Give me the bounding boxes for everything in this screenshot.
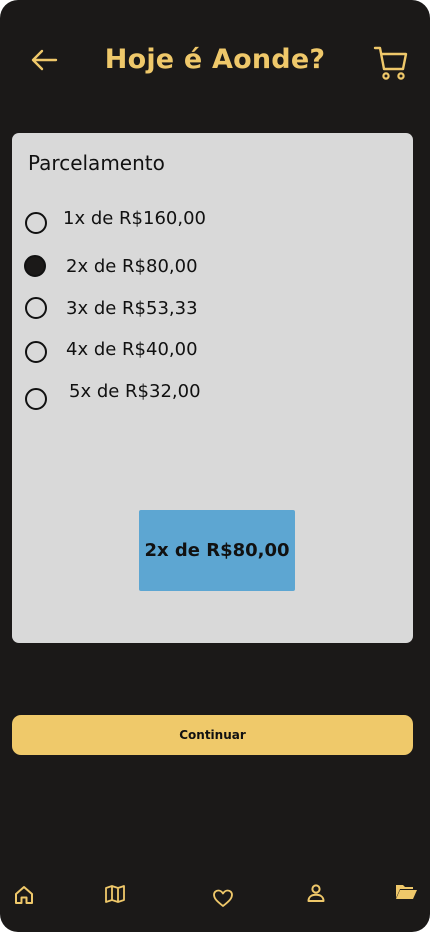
radio-button[interactable]: [25, 341, 47, 363]
radio-button-selected[interactable]: [24, 255, 46, 277]
user-icon: [307, 884, 325, 902]
cart-button[interactable]: [372, 44, 410, 82]
folder-icon: [396, 885, 417, 899]
heart-icon: [213, 889, 233, 907]
installment-option-4x[interactable]: 4x de R$40,00: [12, 339, 342, 373]
option-label: 5x de R$32,00: [69, 381, 201, 402]
map-icon: [105, 885, 125, 903]
cart-icon: [373, 46, 408, 80]
installment-option-1x[interactable]: 1x de R$160,00: [12, 206, 342, 240]
nav-home[interactable]: [13, 884, 35, 911]
radio-button[interactable]: [25, 388, 47, 410]
nav-folder[interactable]: [394, 881, 418, 906]
nav-map[interactable]: [104, 883, 126, 910]
installment-option-5x[interactable]: 5x de R$32,00: [12, 381, 342, 415]
app-screen: Hoje é Aonde? Parcelamento 1x de R$160,0…: [0, 0, 430, 932]
home-icon: [15, 886, 33, 904]
selected-installment-summary: 2x de R$80,00: [139, 510, 295, 591]
installment-option-3x[interactable]: 3x de R$53,33: [12, 296, 342, 330]
option-label: 3x de R$53,33: [66, 298, 198, 319]
radio-button[interactable]: [25, 297, 47, 319]
installments-title: Parcelamento: [28, 151, 165, 175]
option-label: 2x de R$80,00: [66, 256, 198, 277]
page-title: Hoje é Aonde?: [104, 44, 326, 75]
header: Hoje é Aonde?: [0, 0, 430, 120]
continue-button[interactable]: Continuar: [12, 715, 413, 755]
radio-button[interactable]: [25, 212, 47, 234]
option-label: 1x de R$160,00: [63, 208, 206, 229]
installment-option-2x[interactable]: 2x de R$80,00: [12, 254, 342, 288]
installments-card: Parcelamento 1x de R$160,00 2x de R$80,0…: [12, 133, 413, 643]
nav-profile[interactable]: [306, 883, 326, 908]
nav-favorites[interactable]: [212, 888, 234, 913]
option-label: 4x de R$40,00: [66, 339, 198, 360]
